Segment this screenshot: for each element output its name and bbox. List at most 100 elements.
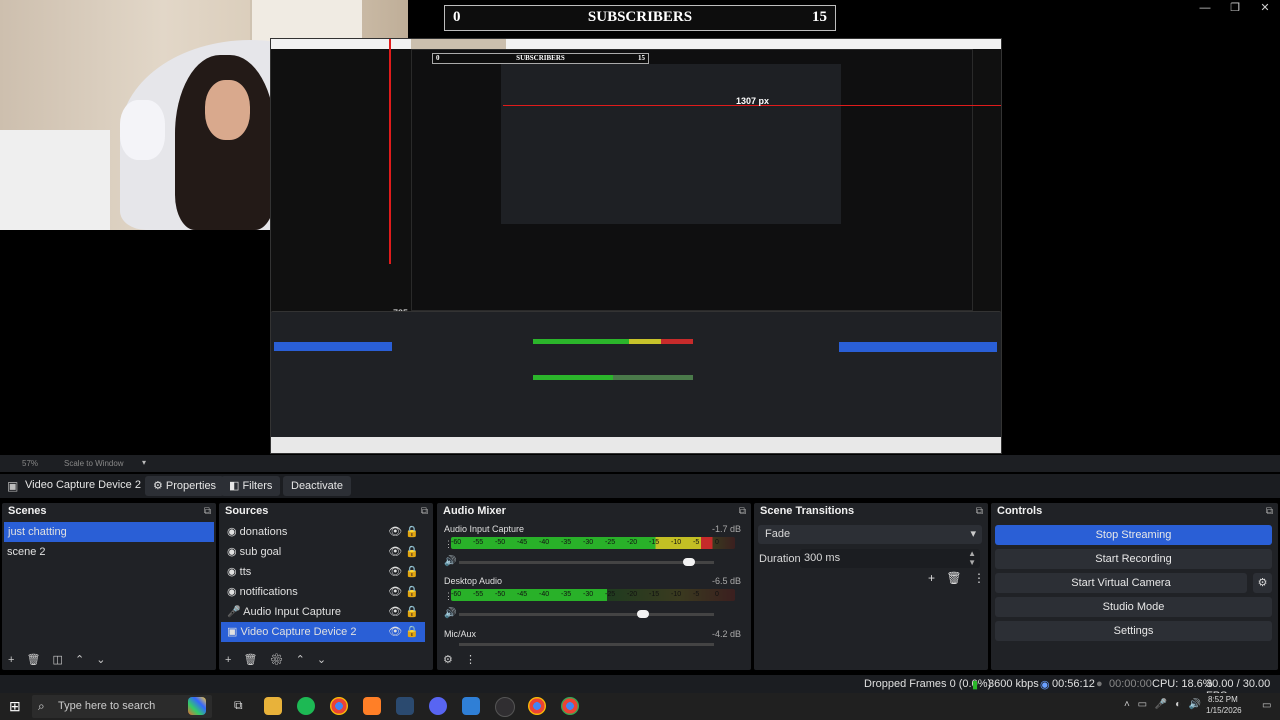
gear-icon[interactable]: ⚙ [443, 654, 453, 666]
sources-dock: Sources ⧉ ◉ donations 👁 🔒 ◉ sub goal 👁 🔒 ◉ … [219, 503, 433, 670]
meter-tick-label: -15 [649, 591, 660, 598]
system-tray-icons[interactable]: ˄ ▭ 🎤 ◐ 🔊 [1124, 699, 1201, 710]
gear-icon[interactable]: ⚙ [1253, 573, 1272, 593]
eye-icon[interactable]: 👁 🔒 [388, 602, 419, 622]
nested-meter-2 [533, 375, 693, 380]
clock-time: 8:52 PM [1208, 695, 1238, 704]
chrome-icon[interactable] [330, 697, 348, 715]
dock-float-icon[interactable]: ⧉ [739, 503, 746, 520]
stop-streaming-button[interactable]: Stop Streaming [995, 525, 1272, 545]
camera-icon: ▣ [227, 626, 241, 638]
source-item[interactable]: ◉ donations 👁 🔒 [219, 522, 433, 542]
filters-button[interactable]: ◧ Filters [221, 476, 281, 496]
dock-float-icon[interactable]: ⧉ [976, 503, 983, 520]
meter-tick-label: -55 [473, 591, 484, 598]
discord-icon[interactable] [429, 697, 447, 715]
source-item[interactable]: ▣ Video Capture Device 2 👁 🔒 [221, 622, 425, 642]
stream-preview[interactable]: 0 SUBSCRIBERS 15 — ❐ ✕ 0 SUBSCRIBERS 15 13… [0, 0, 1280, 455]
cube-app-icon[interactable] [188, 697, 206, 715]
chevron-down-icon[interactable]: ⌄ [317, 654, 326, 666]
meter-tick-label: -45 [517, 539, 528, 546]
app-icon[interactable] [363, 697, 381, 715]
trash-icon[interactable]: 🗑 [244, 654, 258, 666]
minimize-button[interactable]: — [1190, 2, 1220, 14]
stepper-icon[interactable]: ▲ ▼ [968, 549, 976, 567]
start-recording-button[interactable]: Start Recording [995, 549, 1272, 569]
subscriber-goal-target: 15 [812, 9, 827, 25]
dock-float-icon[interactable]: ⧉ [204, 503, 211, 520]
eye-icon[interactable]: 👁 🔒 [388, 542, 419, 562]
chevron-down-icon[interactable]: ▾ [142, 458, 146, 467]
steam-icon[interactable] [396, 697, 414, 715]
nested-stop-streaming [839, 342, 997, 352]
volume-slider[interactable] [459, 643, 714, 646]
add-icon[interactable]: + [928, 571, 935, 585]
settings-button[interactable]: Settings [995, 621, 1272, 641]
close-button[interactable]: ✕ [1250, 1, 1280, 14]
windows-start-icon[interactable]: ⊞ [9, 698, 21, 715]
scale-mode[interactable]: Scale to Window [64, 459, 124, 468]
volume-slider[interactable] [459, 561, 714, 564]
duration-label: Duration [759, 553, 801, 565]
file-explorer-icon[interactable] [264, 697, 282, 715]
trash-icon[interactable]: 🗑 [946, 571, 961, 585]
webcam-microphone [120, 100, 165, 160]
speaker-icon[interactable]: 🔊 [444, 608, 456, 619]
chrome-icon[interactable] [561, 697, 579, 715]
menu-icon[interactable]: ⋮ [973, 571, 985, 585]
eye-icon[interactable]: 👁 🔒 [388, 582, 419, 602]
speaker-icon[interactable]: 🔊 [444, 556, 456, 567]
deactivate-button[interactable]: Deactivate [283, 476, 351, 496]
duration-input[interactable]: 300 ms ▲ ▼ [800, 549, 980, 568]
source-item[interactable]: ◉ tts 👁 🔒 [219, 562, 433, 582]
add-icon[interactable]: + [225, 654, 231, 666]
eye-icon[interactable]: 👁 🔒 [388, 522, 419, 542]
controls-dock: Controls ⧉ Stop Streaming Start Recording… [991, 503, 1278, 670]
chrome-icon[interactable] [528, 697, 546, 715]
audio-mixer-title: Audio Mixer ⧉ [437, 503, 751, 520]
taskbar-search[interactable]: ⌕ Type here to search [32, 695, 212, 718]
trash-icon[interactable]: 🗑 [27, 654, 41, 666]
chevron-down-icon[interactable]: ⌄ [96, 654, 105, 666]
source-item[interactable]: 🎤 Audio Input Capture 👁 🔒 [219, 602, 433, 622]
dock-float-icon[interactable]: ⧉ [421, 503, 428, 520]
gear-icon[interactable]: ⚙ [270, 654, 284, 666]
volume-meter: -60 -55 -50 -45 -40 -35 -30 -25 -20 -15 -10 -5 0 [451, 589, 735, 601]
channel-menu-icon[interactable]: ⋮ [444, 539, 453, 550]
volume-slider-knob[interactable] [636, 610, 649, 618]
stream-icon: ◉ [1040, 679, 1050, 691]
dock-float-icon[interactable]: ⧉ [1266, 503, 1273, 520]
source-item-label: Video Capture Device 2 [240, 626, 357, 638]
eye-icon[interactable]: 👁 🔒 [388, 622, 419, 642]
source-item[interactable]: ◉ sub goal 👁 🔒 [219, 542, 433, 562]
transition-select[interactable]: Fade ▾ [758, 525, 982, 544]
studio-mode-button[interactable]: Studio Mode [995, 597, 1272, 617]
volume-slider-knob[interactable] [682, 558, 695, 566]
scene-item[interactable]: just chatting [4, 522, 214, 542]
start-virtual-camera-button[interactable]: Start Virtual Camera [995, 573, 1247, 593]
nested-obs-docks [271, 311, 1001, 438]
scene-item[interactable]: scene 2 [2, 542, 216, 562]
task-view-icon[interactable]: ⧉ [234, 698, 243, 713]
filter-icon[interactable]: ◫ [53, 654, 63, 666]
meter-tick-label: -50 [495, 539, 506, 546]
transition-value: Fade [765, 528, 791, 540]
spotify-icon[interactable] [297, 697, 315, 715]
app-icon[interactable] [462, 697, 480, 715]
obs-icon[interactable] [495, 697, 515, 717]
browser-icon: ◉ [227, 586, 240, 598]
channel-menu-icon[interactable]: ⋮ [444, 591, 453, 602]
source-item[interactable]: ◉ notifications 👁 🔒 [219, 582, 433, 602]
nested-taskbar [271, 437, 1001, 453]
volume-slider[interactable] [459, 613, 714, 616]
menu-icon[interactable]: ⋮ [465, 654, 476, 666]
notification-icon[interactable]: ▭ [1262, 700, 1271, 711]
restore-button[interactable]: ❐ [1220, 1, 1250, 14]
eye-icon[interactable]: 👁 🔒 [388, 562, 419, 582]
add-icon[interactable]: + [8, 654, 14, 666]
properties-button[interactable]: ⚙ Properties [145, 476, 225, 496]
zoom-level[interactable]: 57% [22, 459, 38, 468]
browser-icon: ◉ [227, 566, 240, 578]
chevron-up-icon[interactable]: ⌃ [296, 654, 305, 666]
chevron-up-icon[interactable]: ⌃ [75, 654, 84, 666]
